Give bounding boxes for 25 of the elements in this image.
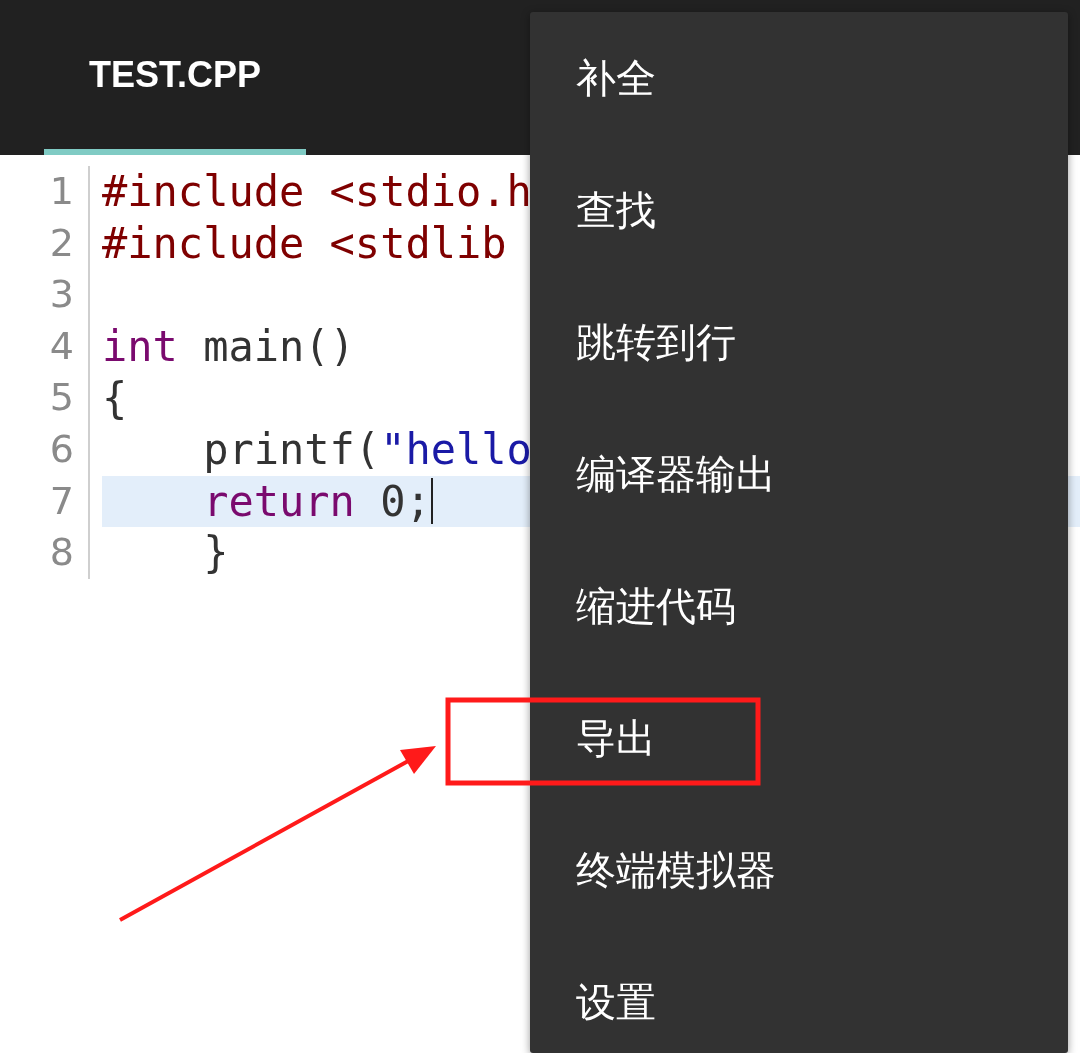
line-number: 8 [48,529,75,577]
menu-item[interactable]: 补全 [530,12,1068,144]
menu-item[interactable]: 终端模拟器 [530,804,1068,936]
line-number: 5 [48,374,75,422]
code-line: } [202,527,229,579]
text-cursor [430,478,433,525]
file-tab[interactable]: TEST.CPP [44,0,306,155]
line-number: 4 [48,322,75,370]
code-line: #include <stdlib [102,217,507,270]
menu-item[interactable]: 编译器输出 [530,408,1068,540]
line-number: 6 [48,425,75,473]
line-number: 1 [48,168,75,215]
line-number: 3 [48,271,75,319]
line-number: 7 [48,477,75,525]
menu-item[interactable]: 缩进代码 [530,540,1068,672]
line-number: 2 [48,219,75,267]
code-line: #include <stdio.h [102,166,532,218]
menu-item[interactable]: 导出 [530,672,1068,804]
code-line: printf("hello [202,424,532,476]
menu-item[interactable]: 设置 [530,936,1068,1053]
menu-item[interactable]: 跳转到行 [530,276,1068,408]
menu-item[interactable]: 查找 [530,144,1068,276]
code-line: { [102,372,128,424]
code-line: return 0; [202,476,431,526]
code-line: int main() [102,321,355,373]
